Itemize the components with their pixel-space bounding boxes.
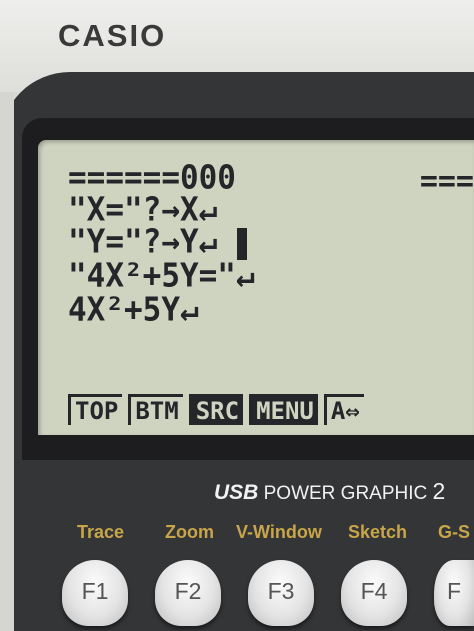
model-name: POWER GRAPHIC [263, 483, 428, 504]
f1-button[interactable]: F1 [62, 560, 128, 626]
menu-menu[interactable]: MENU [249, 394, 318, 425]
label-v-window: V-Window [236, 522, 322, 542]
lcd-screen: ======000 === "X="?→X↵ "Y="?→Y↵ "4X²+5Y=… [38, 140, 474, 435]
menu-src[interactable]: SRC [188, 394, 244, 425]
text-cursor [237, 228, 247, 260]
f3-button[interactable]: F3 [248, 560, 314, 626]
lcd-line-5: 4X²+5Y↵ [68, 291, 199, 329]
calculator-left-rim [0, 92, 14, 631]
f5-button[interactable]: F [434, 560, 474, 626]
brand-logo: CASIO [58, 18, 167, 53]
label-trace: Trace [77, 522, 125, 542]
model-number: 2 [432, 478, 446, 504]
f4-button[interactable]: F4 [341, 560, 407, 626]
f2-button[interactable]: F2 [155, 560, 221, 626]
lcd-line-3: "Y="?→Y↵ [68, 223, 218, 261]
model-usb: USB [214, 481, 259, 504]
model-label: USB POWER GRAPHIC 2 [214, 478, 445, 505]
label-sketch: Sketch [348, 522, 408, 542]
label-zoom: Zoom [165, 522, 214, 542]
lcd-edge-text: === [419, 164, 474, 199]
lcd-line-4: "4X²+5Y="↵ [68, 257, 255, 295]
menu-btm[interactable]: BTM [128, 394, 183, 425]
menu-a-symbol[interactable]: A⇔ [323, 394, 364, 425]
function-menu-bar: TOP BTM SRC MENU A⇔ [68, 394, 474, 428]
label-g-s: G-S [438, 522, 471, 542]
menu-top[interactable]: TOP [68, 394, 123, 425]
